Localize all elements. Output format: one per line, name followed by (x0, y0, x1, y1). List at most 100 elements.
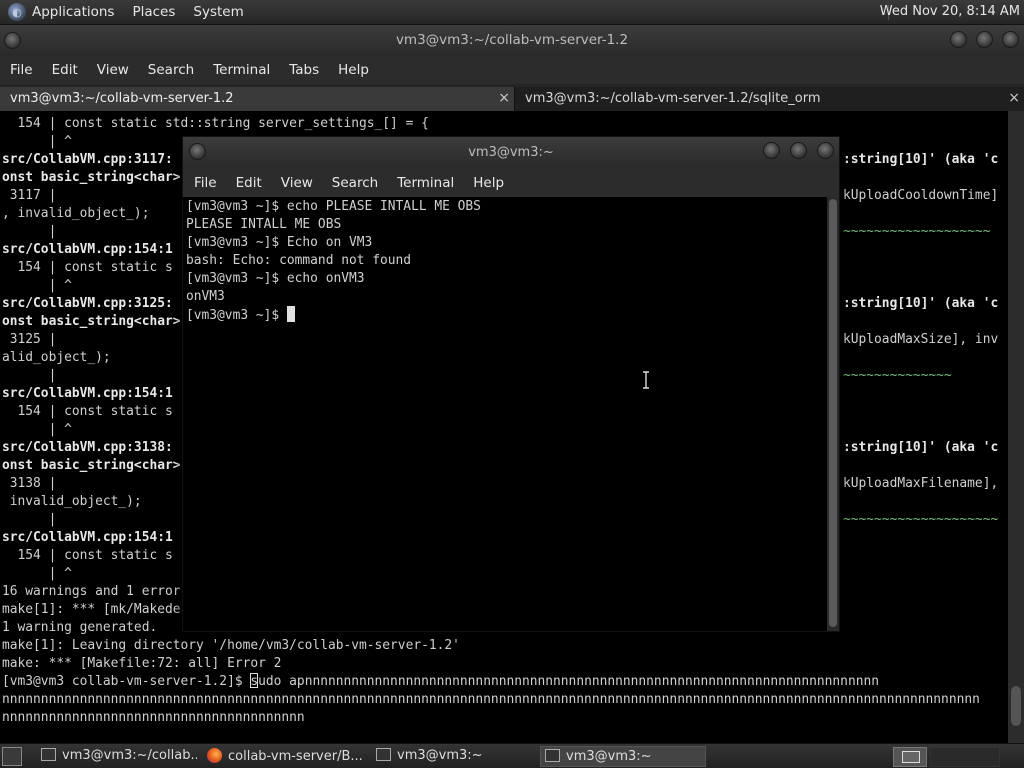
taskbar-item[interactable]: collab-vm-server/B... (203, 746, 366, 767)
tab-sqlite-orm[interactable]: vm3@vm3:~/collab-vm-server-1.2/sqlite_or… (514, 87, 1024, 111)
terminal-line: src/CollabVM.cpp:154:1 (2, 386, 173, 401)
terminal-line: nnnnnnnnnnnnnnnnnnnnnnnnnnnnnnnnnnnnnnn (2, 710, 305, 725)
terminal-line: | ^ (2, 134, 72, 149)
places-menu[interactable]: Places (132, 4, 175, 20)
back-window-title: vm3@vm3:~/collab-vm-server-1.2 (395, 32, 629, 48)
terminal-icon (41, 748, 56, 761)
bottom-panel: vm3@vm3:~/collab... collab-vm-server/B..… (0, 743, 1024, 768)
menu-terminal[interactable]: Terminal (213, 62, 270, 78)
taskbar-item[interactable]: vm3@vm3:~ (372, 746, 535, 767)
back-window-titlebar[interactable]: vm3@vm3:~/collab-vm-server-1.2 (0, 25, 1024, 56)
menu-view[interactable]: View (281, 175, 313, 191)
terminal-line: src/CollabVM.cpp:154:1 (2, 530, 173, 545)
terminal-line: nnnnnnnnnnnnnnnnnnnnnnnnnnnnnnnnnnnnnnnn… (2, 692, 980, 707)
taskbar-item-active[interactable]: vm3@vm3:~ (540, 746, 706, 767)
maximize-button[interactable] (976, 31, 993, 48)
terminal-fragment: :string[10]' (aka 'c (843, 440, 999, 455)
close-button[interactable] (1002, 31, 1019, 48)
terminal-line: src/CollabVM.cpp:154:1 (2, 242, 173, 257)
terminal-line: src/CollabVM.cpp:3125: (2, 296, 173, 311)
menu-tabs[interactable]: Tabs (289, 62, 319, 78)
applications-menu[interactable]: Applications (32, 4, 114, 20)
top-panel: ◐ Applications Places System Wed Nov 20,… (0, 0, 1024, 25)
close-button[interactable] (817, 142, 834, 159)
terminal-fragment: kUploadCooldownTime] (843, 188, 999, 203)
terminal-line: onVM3 (186, 289, 225, 304)
front-terminal-window: vm3@vm3:~ File Edit View Search Terminal… (182, 136, 840, 632)
terminal-line: make: *** [Makefile:72: all] Error 2 (2, 656, 282, 671)
shell-prompt: [vm3@vm3 ~]$ (186, 308, 287, 323)
menu-view[interactable]: View (97, 62, 129, 78)
terminal-line: , invalid_object_); (2, 206, 150, 221)
terminal-line: [vm3@vm3 ~]$ Echo on VM3 (186, 235, 373, 250)
terminal-line: 154 | const static s (2, 260, 173, 275)
scrollbar-thumb[interactable] (829, 199, 837, 627)
workspace-window-thumb (902, 751, 920, 763)
terminal-prompt-line: [vm3@vm3 collab-vm-server-1.2]$ sudo apn… (2, 673, 879, 691)
terminal-line: 3117 | (2, 188, 57, 203)
terminal-line: bash: Echo: command not found (186, 253, 412, 268)
terminal-fragment: :string[10]' (aka 'c (843, 296, 999, 311)
clock[interactable]: Wed Nov 20, 8:14 AM (880, 4, 1020, 19)
front-window-menubar: File Edit View Search Terminal Help (183, 168, 839, 197)
scrollbar-thumb[interactable] (1011, 686, 1021, 726)
terminal-prompt-line: [vm3@vm3 ~]$ (186, 306, 295, 325)
tab-label: vm3@vm3:~/collab-vm-server-1.2/sqlite_or… (525, 91, 821, 106)
close-tab-icon[interactable]: × (498, 90, 510, 106)
terminal-fragment: ~~~~~~~~~~~~~~~~~~~~ (843, 512, 999, 527)
menu-file[interactable]: File (10, 62, 33, 78)
workspace-switcher-2[interactable] (930, 747, 1000, 767)
terminal-line: onst basic_string<char> (2, 458, 181, 473)
minimize-button[interactable] (950, 31, 967, 48)
terminal-line: 1 warning generated. (2, 620, 158, 635)
tab-collab-vm-server[interactable]: vm3@vm3:~/collab-vm-server-1.2 × (0, 87, 514, 111)
terminal-cursor (286, 306, 295, 322)
terminal-line: src/CollabVM.cpp:3138: (2, 440, 173, 455)
front-terminal-output[interactable]: [vm3@vm3 ~]$ echo PLEASE INTALL ME OBS P… (183, 197, 827, 631)
terminal-line: 154 | const static std::string server_se… (2, 116, 429, 131)
menu-search[interactable]: Search (148, 62, 194, 78)
back-terminal-scrollbar[interactable] (1008, 111, 1024, 743)
system-menu[interactable]: System (193, 4, 243, 20)
terminal-fragment: ~~~~~~~~~~~~~~~~~~~ (843, 224, 991, 239)
taskbar-item-label: vm3@vm3:~ (397, 748, 483, 763)
terminal-line: make[1]: *** [mk/Makede (2, 602, 181, 617)
tab-bar: vm3@vm3:~/collab-vm-server-1.2 × vm3@vm3… (0, 84, 1024, 111)
terminal-fragment: kUploadMaxFilename], (843, 476, 999, 491)
firefox-icon (207, 748, 222, 763)
prompt-cursor-char: s (250, 674, 259, 689)
terminal-line: onst basic_string<char> (2, 170, 181, 185)
menu-search[interactable]: Search (332, 175, 378, 191)
distro-logo-icon[interactable]: ◐ (8, 3, 26, 21)
terminal-line: 3138 | (2, 476, 57, 491)
menu-edit[interactable]: Edit (236, 175, 262, 191)
front-window-titlebar[interactable]: vm3@vm3:~ (183, 137, 839, 168)
close-tab-icon[interactable]: × (1008, 90, 1020, 106)
menu-edit[interactable]: Edit (52, 62, 78, 78)
terminal-line: | ^ (2, 422, 72, 437)
tab-label: vm3@vm3:~/collab-vm-server-1.2 (10, 91, 234, 106)
menu-terminal[interactable]: Terminal (397, 175, 454, 191)
terminal-line: make[1]: Leaving directory '/home/vm3/co… (2, 638, 460, 653)
menu-file[interactable]: File (194, 175, 217, 191)
terminal-line: PLEASE INTALL ME OBS (186, 217, 342, 232)
text-cursor-icon (643, 371, 649, 389)
terminal-line: | (2, 512, 57, 527)
show-desktop-icon[interactable] (2, 747, 22, 766)
minimize-button[interactable] (763, 142, 780, 159)
menu-help[interactable]: Help (338, 62, 369, 78)
terminal-line: | ^ (2, 566, 72, 581)
terminal-line: 154 | const static s (2, 548, 173, 563)
menu-help[interactable]: Help (473, 175, 504, 191)
terminal-line: | (2, 368, 57, 383)
workspace-switcher-1[interactable] (893, 747, 927, 767)
terminal-line: 16 warnings and 1 error (2, 584, 181, 599)
terminal-line: | (2, 224, 57, 239)
taskbar-item-label: vm3@vm3:~ (566, 749, 652, 764)
maximize-button[interactable] (790, 142, 807, 159)
terminal-fragment: ~~~~~~~~~~~~~~ (843, 368, 952, 383)
terminal-line: 154 | const static s (2, 404, 173, 419)
taskbar-item[interactable]: vm3@vm3:~/collab... (37, 746, 197, 767)
front-terminal-scrollbar[interactable] (827, 197, 839, 631)
terminal-icon (376, 748, 391, 761)
